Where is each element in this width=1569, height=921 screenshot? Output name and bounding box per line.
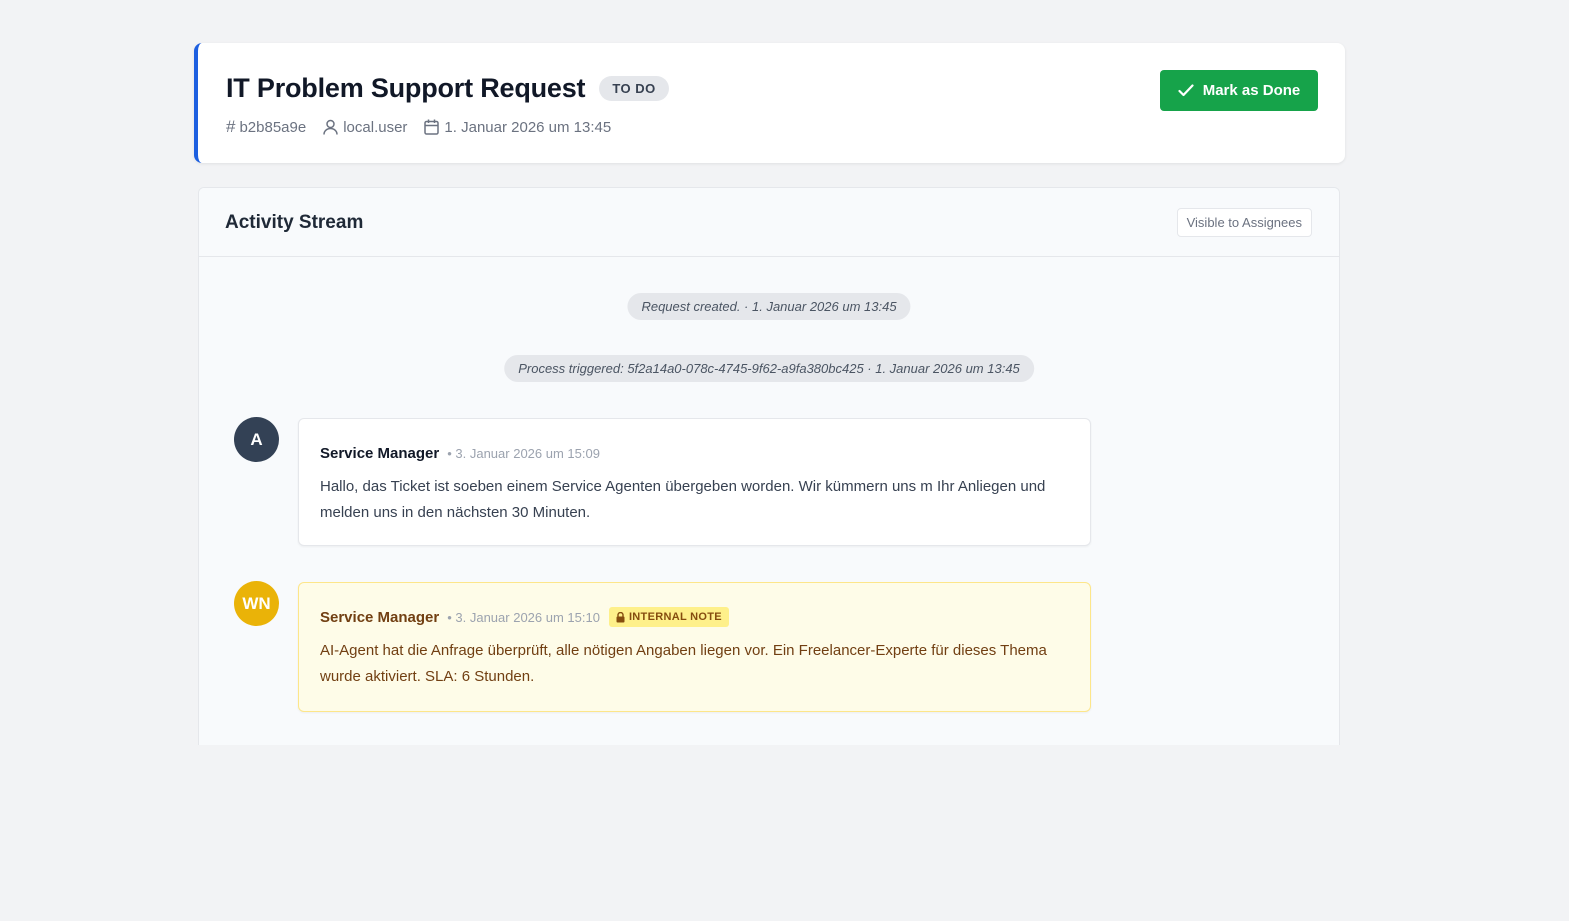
calendar-icon — [424, 119, 440, 135]
message-body: AI-Agent hat die Anfrage überprüft, alle… — [320, 642, 1047, 685]
ticket-user: local.user — [323, 119, 407, 136]
title-row: IT Problem Support Request TO DO — [226, 73, 669, 104]
system-event: Request created. · 1. Januar 2026 um 13:… — [627, 293, 911, 320]
message-header: Service Manager • 3. Januar 2026 um 15:0… — [320, 443, 1069, 463]
mark-as-done-label: Mark as Done — [1202, 82, 1301, 99]
message-author: Service Manager — [320, 444, 440, 462]
message-time: • 3. Januar 2026 um 15:09 — [447, 445, 600, 461]
status-badge: TO DO — [599, 76, 669, 101]
ticket-user-value: local.user — [343, 118, 408, 136]
message-body: Hallo, das Ticket ist soeben einem Servi… — [320, 478, 1046, 521]
avatar: A — [234, 417, 279, 462]
message-author: Service Manager — [320, 608, 440, 626]
visibility-badge: Visible to Assignees — [1176, 208, 1312, 237]
avatar: WN — [234, 581, 279, 626]
ticket-id-value: b2b85a9e — [239, 118, 307, 136]
user-icon — [323, 119, 338, 135]
message-header: Service Manager • 3. Januar 2026 um 15:1… — [320, 607, 1069, 627]
hash-icon: # — [226, 117, 236, 136]
comment-message: Service Manager • 3. Januar 2026 um 15:0… — [298, 418, 1091, 546]
message-time: • 3. Januar 2026 um 15:10 — [447, 609, 600, 625]
ticket-id: # b2b85a9e — [226, 117, 306, 137]
ticket-meta: # b2b85a9e local.user 1. Januar 2026 um … — [226, 117, 628, 137]
mark-as-done-button[interactable]: Mark as Done — [1160, 70, 1318, 111]
lock-icon — [616, 611, 625, 622]
check-icon — [1178, 84, 1194, 97]
internal-note-label: INTERNAL NOTE — [628, 611, 722, 623]
ticket-header: IT Problem Support Request TO DO # b2b85… — [194, 43, 1345, 163]
page-title: IT Problem Support Request — [226, 73, 586, 103]
activity-stream: Activity Stream Visible to Assignees Req… — [198, 187, 1340, 745]
internal-note-badge: INTERNAL NOTE — [608, 607, 729, 627]
internal-note-message: Service Manager • 3. Januar 2026 um 15:1… — [298, 582, 1091, 712]
ticket-created-value: 1. Januar 2026 um 13:45 — [444, 118, 612, 136]
activity-header: Activity Stream Visible to Assignees — [199, 188, 1339, 257]
activity-title: Activity Stream — [225, 212, 364, 233]
system-event: Process triggered: 5f2a14a0-078c-4745-9f… — [504, 355, 1034, 382]
ticket-created: 1. Januar 2026 um 13:45 — [424, 119, 611, 136]
